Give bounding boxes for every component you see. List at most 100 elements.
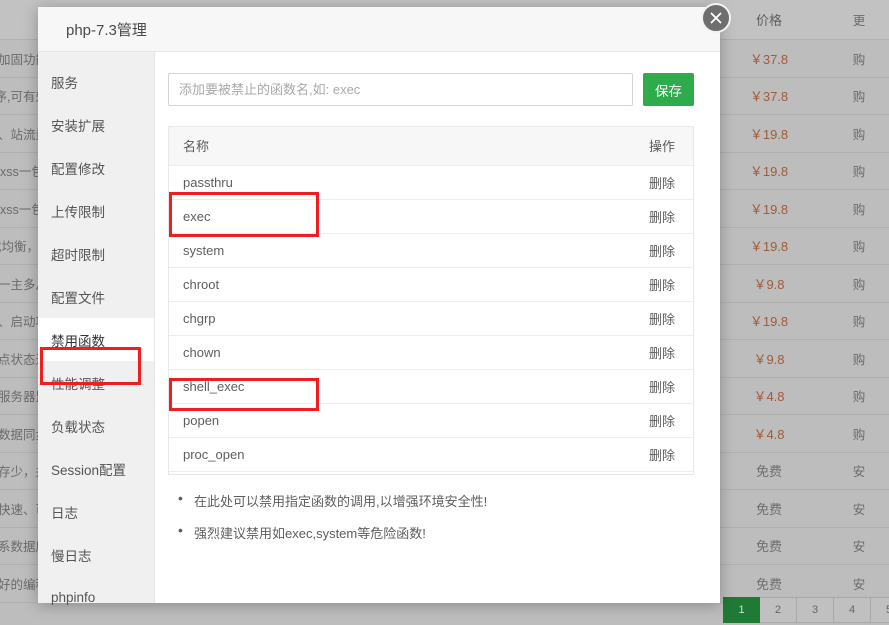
- delete-button[interactable]: 删除: [573, 233, 693, 267]
- disabled-functions-table: 名称 操作 passthru删除exec删除system删除chroot删除ch…: [169, 127, 693, 474]
- bg-row-price: ￥4.8: [709, 424, 829, 443]
- bg-row-action: 购: [829, 274, 889, 293]
- table-head: 名称 操作: [169, 127, 693, 165]
- help-notes-list: 在此处可以禁用指定函数的调用,以增强环境安全性! 强烈建议禁用如exec,syst…: [168, 491, 694, 555]
- bg-row-price: 免费: [709, 499, 829, 518]
- table-row: chgrp删除: [169, 301, 693, 335]
- cell-function-name: exec: [169, 199, 573, 233]
- cell-function-name: chroot: [169, 267, 573, 301]
- sidebar-item-0[interactable]: 服务: [38, 60, 154, 103]
- delete-button[interactable]: 删除: [573, 369, 693, 403]
- sidebar-item-3[interactable]: 上传限制: [38, 189, 154, 232]
- cell-function-name: passthru: [169, 165, 573, 199]
- bg-row-price: ￥9.8: [709, 349, 829, 368]
- bg-row-action: 购: [829, 424, 889, 443]
- table-row: proc_open删除: [169, 437, 693, 471]
- sidebar-item-11[interactable]: 慢日志: [38, 533, 154, 576]
- sidebar-item-label: 超时限制: [51, 244, 105, 264]
- sidebar-item-7[interactable]: 性能调整: [38, 361, 154, 404]
- pagination-button[interactable]: 1: [723, 597, 760, 623]
- sidebar-item-label: 上传限制: [51, 201, 105, 221]
- sidebar-item-label: 慢日志: [51, 545, 92, 565]
- help-note-item: 在此处可以禁用指定函数的调用,以增强环境安全性!: [174, 491, 694, 510]
- help-note-item: 强烈建议禁用如exec,system等危险函数!: [174, 523, 694, 542]
- sidebar-item-9[interactable]: Session配置: [38, 447, 154, 490]
- bg-row-price: ￥37.8: [709, 49, 829, 68]
- table-header-row: 名称 操作: [169, 127, 693, 165]
- php-management-dialog: php-7.3管理 服务安装扩展配置修改上传限制超时限制配置文件禁用函数性能调整…: [38, 7, 720, 603]
- bg-row-price: ￥19.8: [709, 199, 829, 218]
- delete-button[interactable]: 删除: [573, 471, 693, 474]
- close-icon[interactable]: [701, 3, 731, 33]
- bg-row-action: 安: [829, 461, 889, 480]
- bg-row-price: ￥19.8: [709, 161, 829, 180]
- sidebar-item-12[interactable]: phpinfo: [38, 576, 154, 619]
- sidebar-item-label: Session配置: [51, 459, 126, 479]
- sidebar-item-label: 禁用函数: [51, 330, 105, 350]
- bg-row-action: 安: [829, 499, 889, 518]
- delete-button[interactable]: 删除: [573, 403, 693, 437]
- dialog-header: php-7.3管理: [38, 7, 720, 52]
- sidebar-item-label: phpinfo: [51, 590, 95, 605]
- pagination-button[interactable]: 4: [834, 597, 871, 623]
- bg-row-price: ￥19.8: [709, 236, 829, 255]
- cell-function-name: popen: [169, 403, 573, 437]
- table-row: ini_alter删除: [169, 471, 693, 474]
- bg-row-action: 购: [829, 349, 889, 368]
- bg-row-action: 购: [829, 199, 889, 218]
- bg-row-action: 购: [829, 161, 889, 180]
- cell-function-name: ini_alter: [169, 471, 573, 474]
- delete-button[interactable]: 删除: [573, 301, 693, 335]
- delete-button[interactable]: 删除: [573, 267, 693, 301]
- cell-function-name: system: [169, 233, 573, 267]
- pagination-button[interactable]: 5: [871, 597, 889, 623]
- table-row: chroot删除: [169, 267, 693, 301]
- sidebar-item-label: 配置修改: [51, 158, 105, 178]
- table-row: system删除: [169, 233, 693, 267]
- save-button[interactable]: 保存: [643, 73, 694, 106]
- delete-button[interactable]: 删除: [573, 165, 693, 199]
- pagination-button[interactable]: 3: [797, 597, 834, 623]
- sidebar-item-label: 负载状态: [51, 416, 105, 436]
- delete-button[interactable]: 删除: [573, 335, 693, 369]
- column-header-name: 名称: [169, 127, 573, 165]
- bg-header-action: 更: [829, 10, 889, 29]
- column-header-operation: 操作: [573, 127, 693, 165]
- sidebar-item-label: 服务: [51, 72, 78, 92]
- sidebar-item-5[interactable]: 配置文件: [38, 275, 154, 318]
- cell-function-name: chgrp: [169, 301, 573, 335]
- table-row: chown删除: [169, 335, 693, 369]
- background-pagination[interactable]: 1234567: [723, 597, 889, 623]
- table-row: shell_exec删除: [169, 369, 693, 403]
- bg-row-price: 免费: [709, 574, 829, 593]
- bg-row-price: ￥9.8: [709, 274, 829, 293]
- sidebar-item-label: 性能调整: [51, 373, 105, 393]
- table-row: passthru删除: [169, 165, 693, 199]
- table-row: exec删除: [169, 199, 693, 233]
- sidebar-item-4[interactable]: 超时限制: [38, 232, 154, 275]
- sidebar-item-2[interactable]: 配置修改: [38, 146, 154, 189]
- bg-row-action: 购: [829, 49, 889, 68]
- function-name-input[interactable]: [168, 73, 633, 106]
- cell-function-name: chown: [169, 335, 573, 369]
- dialog-title: php-7.3管理: [66, 19, 147, 40]
- dialog-sidebar: 服务安装扩展配置修改上传限制超时限制配置文件禁用函数性能调整负载状态 Sessio…: [38, 52, 155, 603]
- table-body: passthru删除exec删除system删除chroot删除chgrp删除c…: [169, 165, 693, 474]
- sidebar-item-6[interactable]: 禁用函数: [38, 318, 154, 361]
- table-scroll-area[interactable]: 名称 操作 passthru删除exec删除system删除chroot删除ch…: [169, 127, 693, 474]
- delete-button[interactable]: 删除: [573, 199, 693, 233]
- bg-row-action: 购: [829, 386, 889, 405]
- table-row: popen删除: [169, 403, 693, 437]
- sidebar-item-10[interactable]: 日志: [38, 490, 154, 533]
- dialog-body: 服务安装扩展配置修改上传限制超时限制配置文件禁用函数性能调整负载状态 Sessio…: [38, 52, 720, 603]
- bg-row-action: 安: [829, 536, 889, 555]
- disabled-functions-table-container: 名称 操作 passthru删除exec删除system删除chroot删除ch…: [168, 126, 694, 475]
- bg-row-price: ￥37.8: [709, 86, 829, 105]
- bg-row-action: 购: [829, 311, 889, 330]
- delete-button[interactable]: 删除: [573, 437, 693, 471]
- sidebar-item-8[interactable]: 负载状态: [38, 404, 154, 447]
- pagination-button[interactable]: 2: [760, 597, 797, 623]
- sidebar-item-1[interactable]: 安装扩展: [38, 103, 154, 146]
- bg-row-price: 免费: [709, 461, 829, 480]
- dialog-content: 保存 名称 操作 passthru删除exec删除system删除chroot删…: [155, 52, 720, 603]
